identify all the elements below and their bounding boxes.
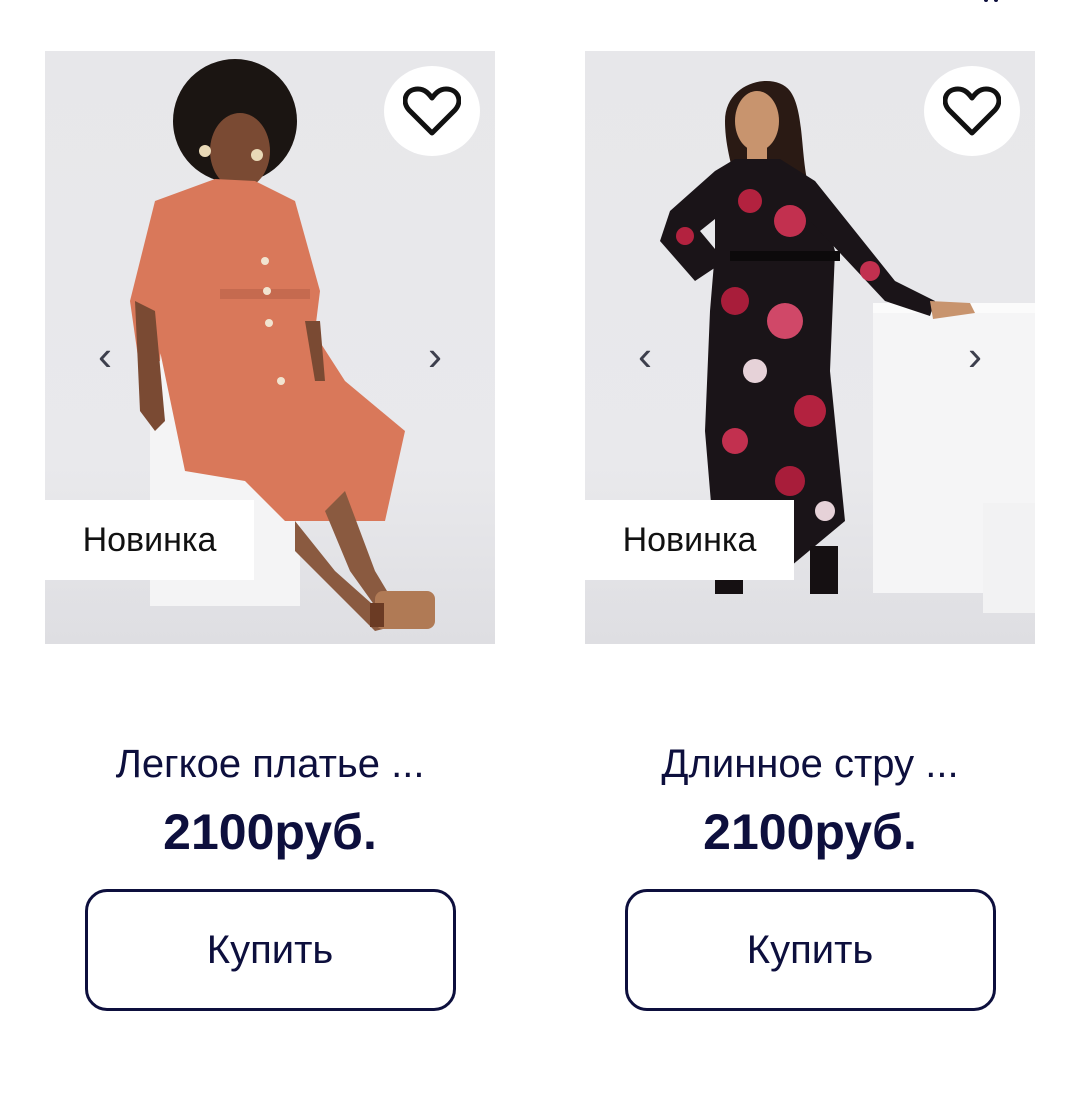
product-card[interactable]: ‹ › Новинка Длинное стру ... 2100руб. Ку… (585, 51, 1035, 1011)
partial-header-icon (984, 0, 1000, 8)
product-card[interactable]: ‹ › Новинка Легкое платье ... 2100руб. К… (45, 51, 495, 1011)
new-badge: Новинка (45, 500, 254, 580)
product-price: 2100руб. (703, 804, 917, 860)
product-photo[interactable]: ‹ › Новинка (585, 51, 1035, 644)
chevron-right-icon[interactable]: › (420, 335, 450, 377)
buy-button[interactable]: Купить (624, 889, 996, 1011)
new-badge: Новинка (585, 500, 794, 580)
product-title[interactable]: Легкое платье ... (45, 742, 495, 787)
chevron-left-icon[interactable]: ‹ (630, 335, 660, 377)
product-price: 2100руб. (163, 804, 377, 860)
chevron-right-icon[interactable]: › (960, 335, 990, 377)
chevron-left-icon[interactable]: ‹ (90, 335, 120, 377)
heart-outline-icon (403, 86, 461, 136)
heart-outline-icon (943, 86, 1001, 136)
product-title[interactable]: Длинное стру ... (585, 742, 1035, 787)
buy-button[interactable]: Купить (84, 889, 456, 1011)
favorite-button[interactable] (924, 66, 1020, 156)
favorite-button[interactable] (384, 66, 480, 156)
product-photo[interactable]: ‹ › Новинка (45, 51, 495, 644)
